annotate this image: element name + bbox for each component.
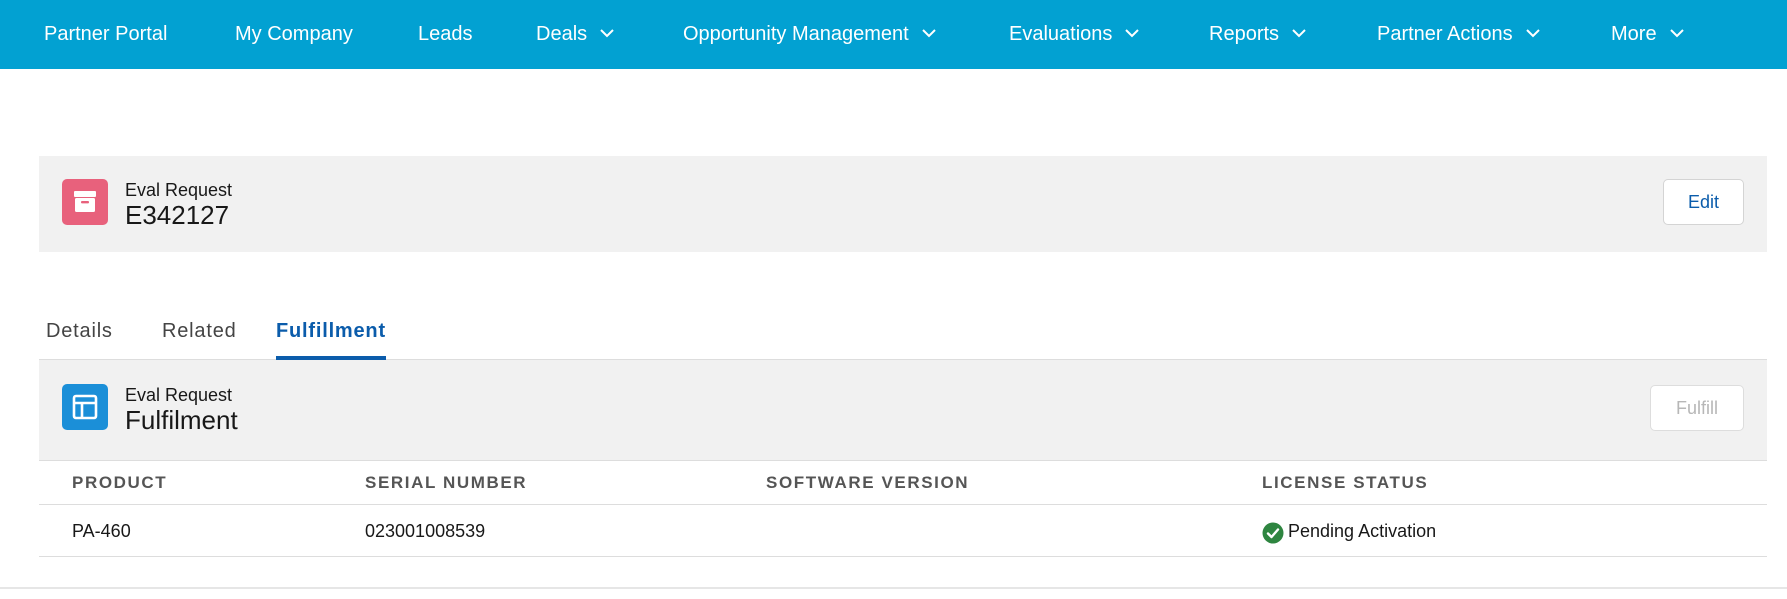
nav-item-more[interactable]: More	[1611, 0, 1685, 69]
nav-item-label: Partner Actions	[1377, 23, 1513, 45]
nav-item-label: Evaluations	[1009, 23, 1113, 45]
nav-item-label: Reports	[1209, 23, 1280, 45]
top-navigation-bar: Partner Portal My Company Leads Deals Op…	[0, 0, 1787, 69]
nav-item-label: More	[1611, 23, 1657, 45]
column-header-license-status[interactable]: LICENSE STATUS	[1262, 473, 1428, 493]
nav-item-opportunity-management[interactable]: Opportunity Management	[683, 0, 937, 69]
cell-license-status: Pending Activation	[1288, 521, 1437, 541]
check-circle-icon	[1262, 522, 1284, 544]
chevron-down-icon	[1525, 25, 1541, 41]
record-header	[39, 156, 1767, 252]
nav-item-reports[interactable]: Reports	[1209, 0, 1307, 69]
nav-item-label: Leads	[418, 23, 473, 45]
nav-item-leads[interactable]: Leads	[418, 0, 473, 69]
fulfilment-card-header	[39, 360, 1767, 460]
tab-related[interactable]: Related	[162, 320, 237, 343]
nav-item-deals[interactable]: Deals	[536, 0, 615, 69]
header-row-divider	[39, 504, 1767, 505]
nav-item-label: Deals	[536, 23, 588, 45]
row-divider	[39, 556, 1767, 557]
chevron-down-icon	[921, 25, 937, 41]
table-top-divider	[39, 460, 1767, 461]
column-header-software-version[interactable]: SOFTWARE VERSION	[766, 473, 969, 493]
cell-serial-number: 023001008539	[365, 521, 486, 541]
fulfilment-type-label: Eval Request	[125, 385, 233, 405]
nav-item-evaluations[interactable]: Evaluations	[1009, 0, 1140, 69]
column-header-product[interactable]: PRODUCT	[72, 473, 167, 493]
column-header-serial-number[interactable]: SERIAL NUMBER	[365, 473, 527, 493]
chevron-down-icon	[599, 25, 615, 41]
record-type-label: Eval Request	[125, 180, 233, 200]
archive-box-icon	[62, 179, 108, 225]
nav-item-label: My Company	[235, 23, 353, 45]
tab-details[interactable]: Details	[46, 320, 113, 343]
nav-item-my-company[interactable]: My Company	[235, 0, 353, 69]
edit-button[interactable]: Edit	[1663, 179, 1744, 225]
record-title: E342127	[125, 200, 230, 230]
cell-product: PA-460	[72, 521, 131, 541]
tab-fulfillment[interactable]: Fulfillment	[276, 320, 386, 343]
fulfilment-title: Fulfilment	[125, 405, 238, 435]
chevron-down-icon	[1124, 25, 1140, 41]
nav-item-partner-portal[interactable]: Partner Portal	[44, 0, 167, 69]
chevron-down-icon	[1669, 25, 1685, 41]
chevron-down-icon	[1291, 25, 1307, 41]
nav-item-label: Opportunity Management	[683, 23, 909, 45]
layout-panel-icon	[62, 384, 108, 430]
nav-item-label: Partner Portal	[44, 23, 168, 45]
fulfill-button[interactable]: Fulfill	[1650, 385, 1744, 431]
nav-item-partner-actions[interactable]: Partner Actions	[1377, 0, 1541, 69]
page-bottom-divider	[0, 587, 1787, 589]
